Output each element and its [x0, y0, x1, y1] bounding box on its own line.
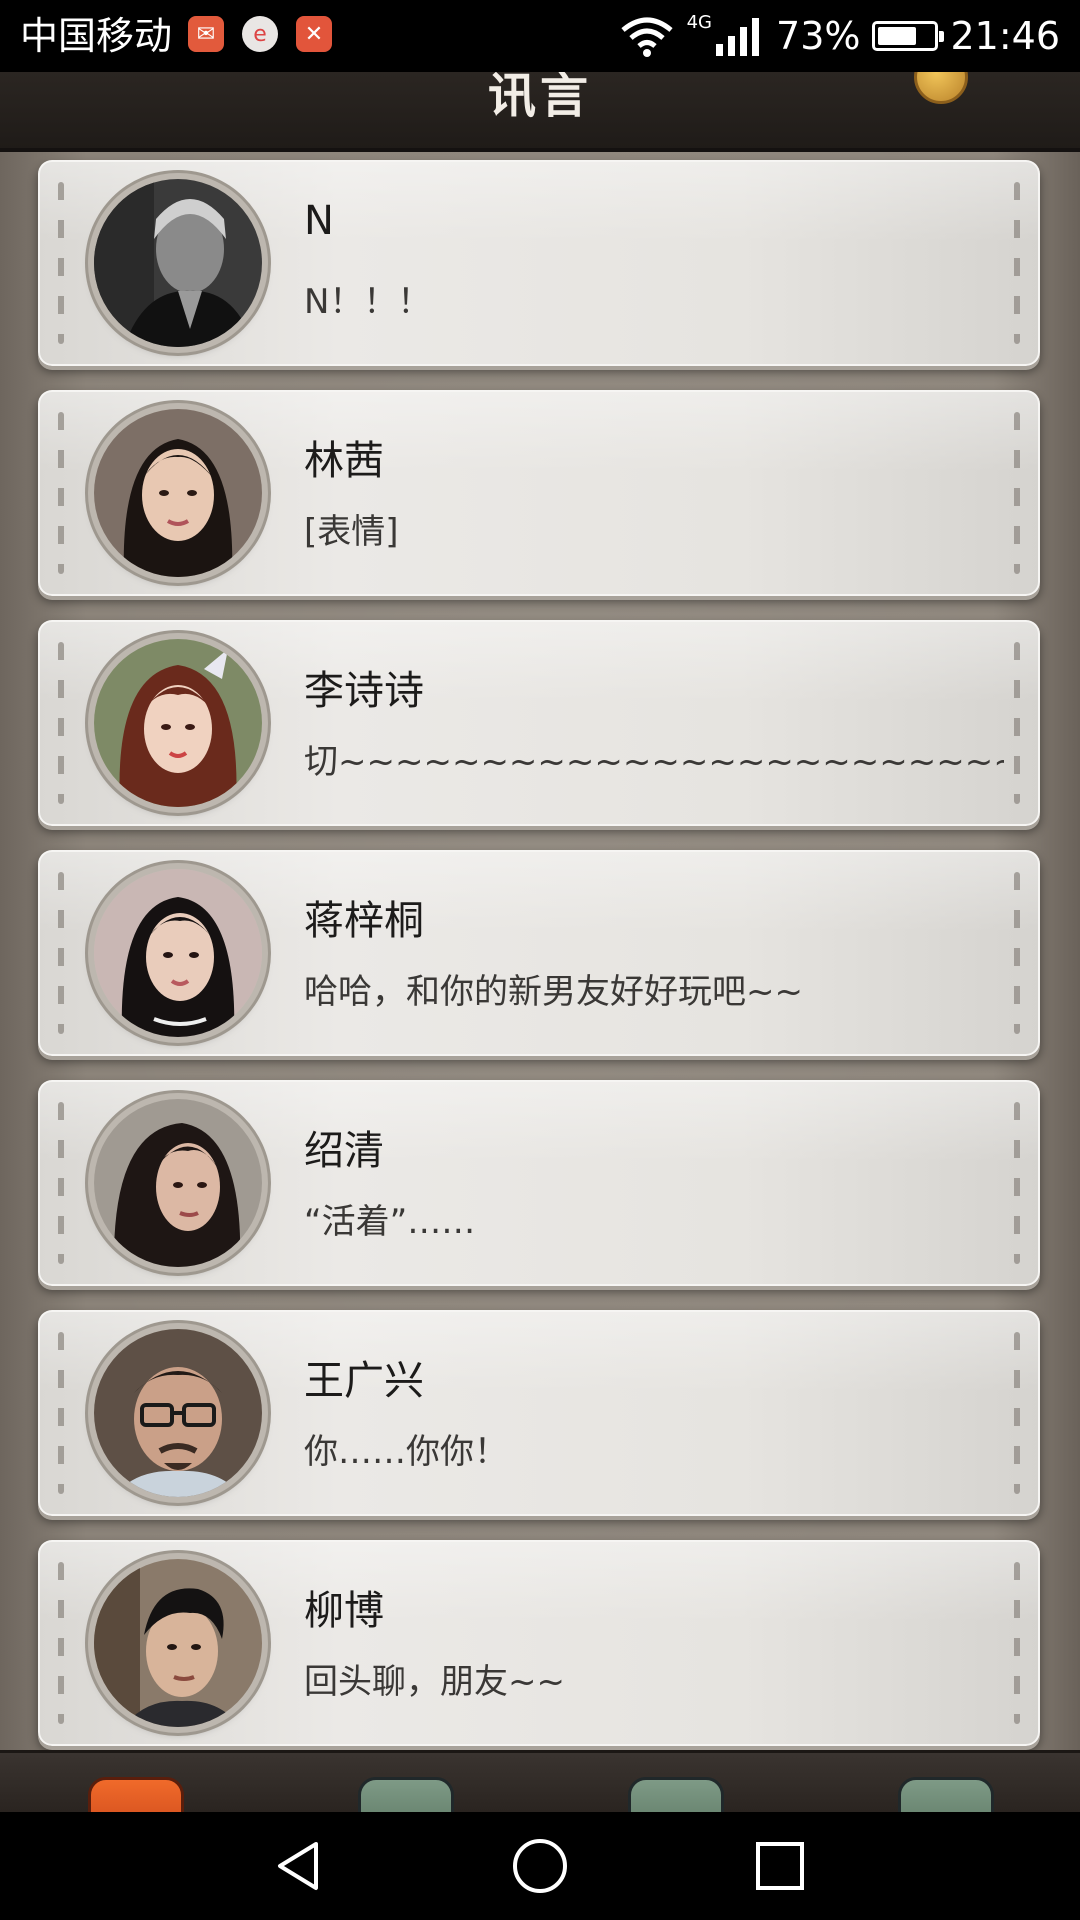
status-bar: 中国移动 ✉ e ✕ 4G 73% 21:46: [0, 0, 1080, 72]
chat-item[interactable]: 李诗诗 切~~~~~~~~~~~~~~~~~~~~~~~~~~…: [38, 620, 1040, 826]
last-message: [表情]: [304, 512, 399, 552]
notes-tab-icon[interactable]: [358, 1777, 454, 1812]
avatar-woman-long-hair[interactable]: [94, 1099, 262, 1267]
contact-name: 蒋梓桐: [304, 898, 424, 944]
last-message: N！！！: [304, 282, 432, 322]
last-message: 回头聊，朋友~~: [304, 1662, 565, 1702]
avatar-man-glasses[interactable]: [94, 1329, 262, 1497]
wifi-icon: [621, 17, 673, 57]
contact-name: 柳博: [304, 1588, 384, 1634]
mail-app-icon: ✉: [188, 16, 224, 52]
stitch-decoration: [58, 872, 64, 1034]
stitch-decoration: [1014, 1332, 1020, 1494]
chat-tab-icon[interactable]: [88, 1777, 184, 1812]
battery-percent: 73%: [776, 14, 861, 58]
battery-icon: [872, 21, 945, 51]
browser-app-icon: e: [242, 16, 278, 52]
stitch-decoration: [1014, 642, 1020, 804]
stitch-decoration: [1014, 412, 1020, 574]
back-icon[interactable]: [270, 1836, 330, 1896]
avatar-woman-auburn-hair[interactable]: [94, 639, 262, 807]
stitch-decoration: [58, 1562, 64, 1724]
last-message: 你……你你！: [304, 1432, 508, 1472]
stitch-decoration: [1014, 1102, 1020, 1264]
contact-name: N: [304, 198, 334, 244]
network-type: 4G: [686, 11, 713, 33]
settings-tab-icon[interactable]: [898, 1777, 994, 1812]
stitch-decoration: [58, 1332, 64, 1494]
chat-item[interactable]: 绍清 “活着”……: [38, 1080, 1040, 1286]
avatar-man-bw[interactable]: [94, 179, 262, 347]
contact-name: 王广兴: [304, 1358, 424, 1404]
system-nav-bar: [0, 1812, 1080, 1920]
chat-item[interactable]: 蒋梓桐 哈哈，和你的新男友好好玩吧~~: [38, 850, 1040, 1056]
avatar-man-young[interactable]: [94, 1559, 262, 1727]
stitch-decoration: [58, 412, 64, 574]
avatar-woman-dark-hair[interactable]: [94, 409, 262, 577]
last-message: “活着”……: [304, 1202, 476, 1242]
tool-app-icon: ✕: [296, 16, 332, 52]
chat-item[interactable]: 王广兴 你……你你！: [38, 1310, 1040, 1516]
bottom-tab-bar: [0, 1750, 1080, 1812]
stitch-decoration: [58, 642, 64, 804]
contact-name: 林茜: [304, 438, 384, 484]
contact-name: 绍清: [304, 1128, 384, 1174]
stitch-decoration: [58, 182, 64, 344]
app-header: 讯言: [0, 72, 1080, 152]
chat-item[interactable]: 林茜 [表情]: [38, 390, 1040, 596]
signal-icon: [716, 18, 760, 56]
stitch-decoration: [1014, 872, 1020, 1034]
carrier-name: 中国移动: [20, 14, 173, 58]
stitch-decoration: [1014, 1562, 1020, 1724]
recent-apps-icon[interactable]: [750, 1836, 810, 1896]
home-icon[interactable]: [510, 1836, 570, 1896]
last-message: 切~~~~~~~~~~~~~~~~~~~~~~~~~~…: [304, 742, 1004, 782]
avatar-woman-black-hair[interactable]: [94, 869, 262, 1037]
leaf-tab-icon[interactable]: [628, 1777, 724, 1812]
clock: 21:46: [950, 14, 1060, 58]
chat-list-area[interactable]: N N！！！ 林茜 [表情] 李诗诗 切~~~~~~~~~~~~~~~~~~~~…: [0, 152, 1080, 1750]
last-message: 哈哈，和你的新男友好好玩吧~~: [304, 972, 803, 1012]
chat-item[interactable]: 柳博 回头聊，朋友~~: [38, 1540, 1040, 1746]
chat-item[interactable]: N N！！！: [38, 160, 1040, 366]
contact-name: 李诗诗: [304, 668, 424, 714]
stitch-decoration: [1014, 182, 1020, 344]
stitch-decoration: [58, 1102, 64, 1264]
